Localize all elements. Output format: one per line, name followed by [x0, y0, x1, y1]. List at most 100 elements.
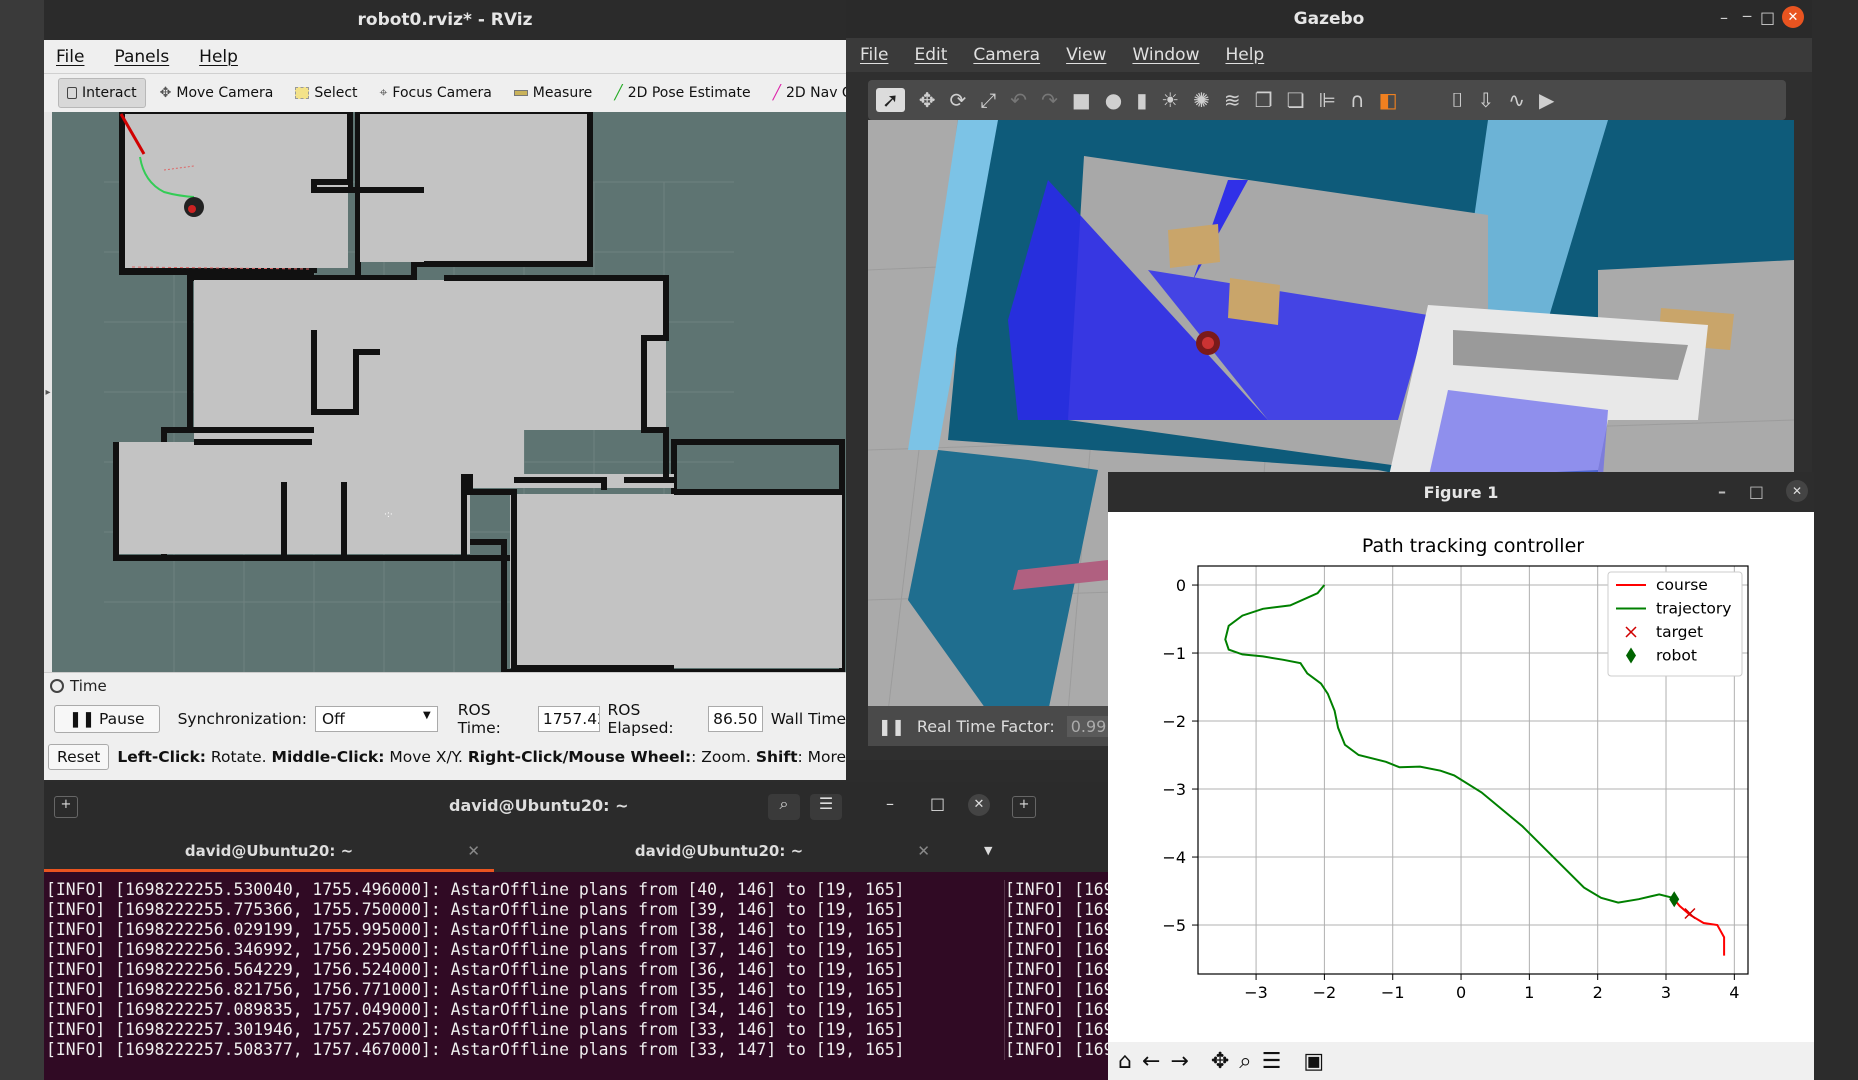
log-line: [INFO] [1698222256.346992, 1756.295000]:… — [46, 940, 905, 959]
translate-icon[interactable]: ✥ — [919, 88, 936, 112]
occupancy-map: ·:· — [104, 112, 845, 672]
tab-close-icon[interactable]: ✕ — [917, 832, 930, 870]
gz-menu-view[interactable]: View — [1066, 45, 1106, 65]
x-tick-label: 4 — [1729, 983, 1739, 1002]
close-icon[interactable]: ✕ — [968, 794, 990, 816]
menu-panels[interactable]: Panels — [114, 47, 169, 67]
log-line: [INFO] [169 — [1005, 980, 1108, 999]
pause-sim-icon[interactable]: ❚❚ — [878, 717, 905, 736]
time-panel: Time ❚❚ Pause Synchronization: Off ▼ ROS T… — [44, 672, 846, 780]
ros-elapsed-label: ROS Elapsed: — [607, 701, 674, 737]
screenshot-icon[interactable]: ⌷ — [1452, 88, 1464, 112]
measure-label: Measure — [532, 85, 593, 101]
tab-close-icon[interactable]: ✕ — [467, 832, 480, 870]
move-icon: ✥ — [159, 85, 172, 101]
back-icon[interactable]: ← — [1142, 1049, 1160, 1074]
minimize-icon[interactable]: – — [1720, 8, 1728, 27]
minimize-icon-2[interactable]: ‒ — [1742, 6, 1752, 25]
align-icon[interactable]: ⊫ — [1319, 88, 1336, 112]
search-icon[interactable]: ⌕ — [768, 794, 800, 820]
log-icon[interactable]: ⇩ — [1478, 88, 1495, 112]
save-icon[interactable]: ▣ — [1303, 1049, 1324, 1074]
tabs-dropdown-icon[interactable]: ▼ — [984, 832, 992, 872]
terminal-title: david@Ubuntu20: ~ — [449, 796, 629, 815]
x-tick-label: −3 — [1244, 983, 1268, 1002]
new-tab-icon[interactable]: + — [54, 796, 78, 818]
rtf-value: 0.99 — [1066, 715, 1111, 737]
gz-menu-help[interactable]: Help — [1225, 45, 1264, 65]
pause-button[interactable]: ❚❚ Pause — [54, 705, 160, 733]
minimize-icon[interactable]: – — [886, 794, 894, 813]
copy-icon[interactable]: ❐ — [1255, 88, 1273, 112]
measure-tool[interactable]: Measure — [506, 79, 601, 107]
terminal-tab-1[interactable]: david@Ubuntu20: ~ ✕ — [44, 832, 494, 872]
paste-icon[interactable]: ❏ — [1287, 88, 1305, 112]
scale-icon[interactable]: ⤢ — [980, 88, 996, 112]
spotlight-icon[interactable]: ≋ — [1224, 88, 1241, 112]
terminal-output[interactable]: [INFO] [1698222255.530040, 1755.496000]:… — [46, 880, 1006, 1060]
x-tick-label: −2 — [1313, 983, 1337, 1002]
terminal-tab-2[interactable]: david@Ubuntu20: ~ ✕ — [494, 832, 944, 872]
log-line: [INFO] [169 — [1005, 1000, 1108, 1019]
undo-icon[interactable]: ↶ — [1010, 88, 1027, 112]
select-arrow-icon[interactable]: ➚ — [876, 88, 905, 112]
view-angle-icon[interactable]: ◧ — [1379, 88, 1398, 112]
snap-icon[interactable]: ∩ — [1350, 88, 1365, 112]
home-icon[interactable]: ⌂ — [1118, 1049, 1132, 1074]
green-arrow-icon: ╱ — [614, 85, 623, 101]
pointlight-icon[interactable]: ✺ — [1193, 88, 1210, 112]
tab-1-label: david@Ubuntu20: ~ — [184, 842, 354, 860]
sphere-icon[interactable]: ● — [1105, 88, 1122, 112]
interact-tool[interactable]: Interact — [58, 78, 146, 108]
hamburger-menu-icon[interactable]: ☰ — [810, 794, 842, 820]
select-icon — [295, 87, 310, 99]
reset-button[interactable]: Reset — [48, 744, 110, 770]
pan-icon[interactable]: ✥ — [1211, 1049, 1229, 1074]
zoom-icon[interactable]: ⌕ — [1239, 1049, 1251, 1074]
pose-estimate-tool[interactable]: ╱ 2D Pose Estimate — [606, 79, 758, 107]
redo-icon[interactable]: ↷ — [1041, 88, 1058, 112]
sun-icon[interactable]: ☀ — [1161, 88, 1179, 112]
box-icon[interactable]: ■ — [1072, 88, 1091, 112]
ros-elapsed-field[interactable]: 86.50 — [708, 706, 763, 732]
forward-icon[interactable]: → — [1170, 1049, 1188, 1074]
menu-help[interactable]: Help — [199, 47, 238, 67]
x-tick-label: 2 — [1593, 983, 1603, 1002]
select-tool[interactable]: Select — [287, 79, 365, 107]
wall-time-label: Wall Time — [770, 710, 847, 728]
sync-label: Synchronization: — [177, 710, 307, 728]
maximize-icon[interactable]: □ — [1760, 8, 1775, 27]
pause-label: Pause — [98, 710, 145, 728]
rotate-icon[interactable]: ⟳ — [950, 88, 967, 112]
focus-camera-tool[interactable]: ⌖ Focus Camera — [372, 79, 500, 107]
x-tick-label: 0 — [1456, 983, 1466, 1002]
nav-goal-tool[interactable]: ╱ 2D Nav Goa — [765, 79, 846, 107]
menu-file[interactable]: File — [56, 47, 84, 67]
log-line: [INFO] [1698222257.089835, 1757.049000]:… — [46, 1000, 905, 1019]
maximize-icon[interactable]: □ — [1749, 482, 1764, 501]
rviz-window: robot0.rviz* - RViz File Panels Help Int… — [44, 0, 846, 780]
cylinder-icon[interactable]: ▮ — [1136, 88, 1147, 112]
second-terminal-new-tab-icon[interactable]: + — [1012, 796, 1036, 818]
minimize-icon[interactable]: – — [1718, 482, 1726, 501]
video-icon[interactable]: ▶ — [1539, 88, 1554, 112]
y-tick-label: −4 — [1162, 848, 1186, 867]
map-view[interactable]: ▸ ·:· — [44, 112, 846, 672]
gz-menu-window[interactable]: Window — [1132, 45, 1199, 65]
log-line: [INFO] [1698222255.775366, 1755.750000]:… — [46, 900, 905, 919]
configure-icon[interactable]: ☰ — [1262, 1049, 1282, 1074]
gz-menu-camera[interactable]: Camera — [973, 45, 1040, 65]
legend-label: target — [1656, 623, 1703, 641]
sync-select[interactable]: Off ▼ — [314, 706, 438, 732]
second-terminal-output[interactable]: [INFO] [169 [INFO] [169 [INFO] [169 [INF… — [1004, 880, 1108, 1060]
gz-menu-edit[interactable]: Edit — [914, 45, 947, 65]
maximize-icon[interactable]: □ — [930, 794, 945, 813]
chart-title: Path tracking controller — [1362, 535, 1584, 557]
plot-icon[interactable]: ∿ — [1508, 88, 1525, 112]
gz-menu-file[interactable]: File — [860, 45, 888, 65]
close-icon[interactable]: ✕ — [1782, 6, 1804, 28]
gazebo-title: Gazebo — [1293, 9, 1365, 29]
move-camera-tool[interactable]: ✥ Move Camera — [152, 79, 282, 107]
close-icon[interactable]: ✕ — [1786, 480, 1808, 502]
ros-time-field[interactable]: 1757.42 — [537, 706, 600, 732]
